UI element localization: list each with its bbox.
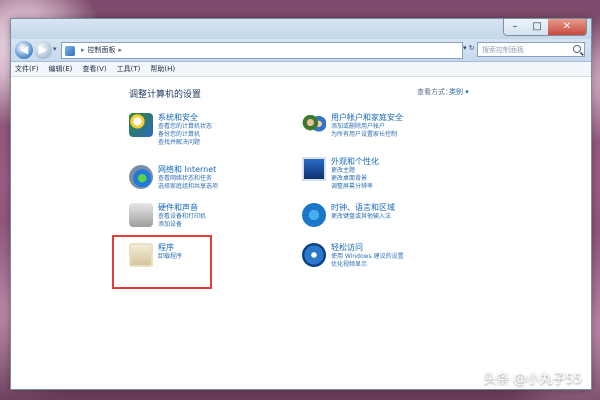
control-panel-window: – □ ✕ ◀ ▶ ▾ ▸ 控制面板 ▸ ▾ ↻ 搜索控制面板 文件(F) 编辑… xyxy=(10,18,592,390)
category-link[interactable]: 调整屏幕分辨率 xyxy=(331,183,379,191)
address-dropdown-button[interactable]: ▾ xyxy=(463,44,467,52)
category-link[interactable]: 使用 Windows 建议的设置 xyxy=(331,253,404,261)
menu-tools[interactable]: 工具(T) xyxy=(117,62,141,76)
menu-file[interactable]: 文件(F) xyxy=(15,62,39,76)
category-title[interactable]: 硬件和声音 xyxy=(158,203,206,213)
category-clock-language-region: 时钟、语言和区域 更改键盘或其他输入法 xyxy=(302,203,395,227)
close-button[interactable]: ✕ xyxy=(548,19,586,35)
printer-icon xyxy=(129,203,153,227)
category-title[interactable]: 外观和个性化 xyxy=(331,157,379,167)
forward-button[interactable]: ▶ xyxy=(34,41,52,59)
category-link[interactable]: 优化视频显示 xyxy=(331,261,404,269)
category-title[interactable]: 时钟、语言和区域 xyxy=(331,203,395,213)
menu-edit[interactable]: 编辑(E) xyxy=(49,62,73,76)
category-link[interactable]: 选择家庭组和共享选项 xyxy=(158,183,218,191)
breadcrumb-arrow: ▸ xyxy=(118,46,123,54)
maximize-button[interactable]: □ xyxy=(526,19,548,35)
highlight-box xyxy=(112,235,212,289)
network-icon xyxy=(129,165,153,189)
category-title[interactable]: 轻松访问 xyxy=(331,243,404,253)
category-ease-of-access: 轻松访问 使用 Windows 建议的设置 优化视频显示 xyxy=(302,243,404,269)
view-by-label: 查看方式： xyxy=(417,88,452,96)
search-icon[interactable] xyxy=(573,45,581,53)
category-network-internet: 网络和 Internet 查看网络状态和任务 选择家庭组和共享选项 xyxy=(129,165,218,191)
accessibility-icon xyxy=(302,243,326,267)
category-link[interactable]: 更改桌面背景 xyxy=(331,175,379,183)
category-link[interactable]: 为所有用户设置家长控制 xyxy=(331,131,403,139)
control-panel-content: 调整计算机的设置 查看方式： 类别 ▾ 系统和安全 查看您的计算机状态 备份您的… xyxy=(11,77,591,389)
category-user-accounts: 用户帐户和家庭安全 添加或删除用户帐户 为所有用户设置家长控制 xyxy=(302,113,403,139)
category-appearance: 外观和个性化 更改主题 更改桌面背景 调整屏幕分辨率 xyxy=(302,157,379,191)
category-link[interactable]: 添加设备 xyxy=(158,221,206,229)
category-link[interactable]: 更改键盘或其他输入法 xyxy=(331,213,395,221)
menu-view[interactable]: 查看(V) xyxy=(82,62,106,76)
category-link[interactable]: 查看设备和打印机 xyxy=(158,213,206,221)
title-bar: – □ ✕ xyxy=(11,19,591,39)
breadcrumb-control-panel[interactable]: 控制面板 xyxy=(88,43,116,58)
page-title: 调整计算机的设置 xyxy=(129,90,202,100)
navigation-bar: ◀ ▶ ▾ ▸ 控制面板 ▸ ▾ ↻ 搜索控制面板 xyxy=(11,39,591,62)
category-link[interactable]: 查找并解决问题 xyxy=(158,139,212,147)
category-link[interactable]: 添加或删除用户帐户 xyxy=(331,123,403,131)
clock-globe-icon xyxy=(302,203,326,227)
menu-bar: 文件(F) 编辑(E) 查看(V) 工具(T) 帮助(H) xyxy=(11,62,591,77)
recent-pages-dropdown[interactable]: ▾ xyxy=(53,45,57,53)
category-hardware-sound: 硬件和声音 查看设备和打印机 添加设备 xyxy=(129,203,206,229)
category-link[interactable]: 查看您的计算机状态 xyxy=(158,123,212,131)
category-link[interactable]: 更改主题 xyxy=(331,167,379,175)
refresh-button[interactable]: ↻ xyxy=(469,44,475,52)
back-button[interactable]: ◀ xyxy=(15,41,33,59)
caption-buttons: – □ ✕ xyxy=(503,19,587,36)
minimize-button[interactable]: – xyxy=(504,19,526,35)
category-link[interactable]: 查看网络状态和任务 xyxy=(158,175,218,183)
view-mode-dropdown[interactable]: 类别 ▾ xyxy=(449,87,469,97)
search-input[interactable]: 搜索控制面板 xyxy=(477,42,585,57)
menu-help[interactable]: 帮助(H) xyxy=(150,62,175,76)
breadcrumb-arrow: ▸ xyxy=(81,46,85,54)
watermark-text: 头条 @小丸子55 xyxy=(483,372,582,387)
category-title[interactable]: 用户帐户和家庭安全 xyxy=(331,113,403,123)
category-link[interactable]: 备份您的计算机 xyxy=(158,131,212,139)
control-panel-icon xyxy=(65,45,75,56)
address-tools: ▾ ↻ xyxy=(463,44,475,52)
monitor-icon xyxy=(302,157,326,181)
address-bar[interactable]: ▸ 控制面板 ▸ xyxy=(61,42,463,59)
category-title[interactable]: 系统和安全 xyxy=(158,113,212,123)
category-title[interactable]: 网络和 Internet xyxy=(158,165,218,175)
users-icon xyxy=(302,113,326,137)
category-system-security: 系统和安全 查看您的计算机状态 备份您的计算机 查找并解决问题 xyxy=(129,113,212,147)
search-placeholder: 搜索控制面板 xyxy=(482,46,524,54)
shield-icon xyxy=(129,113,153,137)
